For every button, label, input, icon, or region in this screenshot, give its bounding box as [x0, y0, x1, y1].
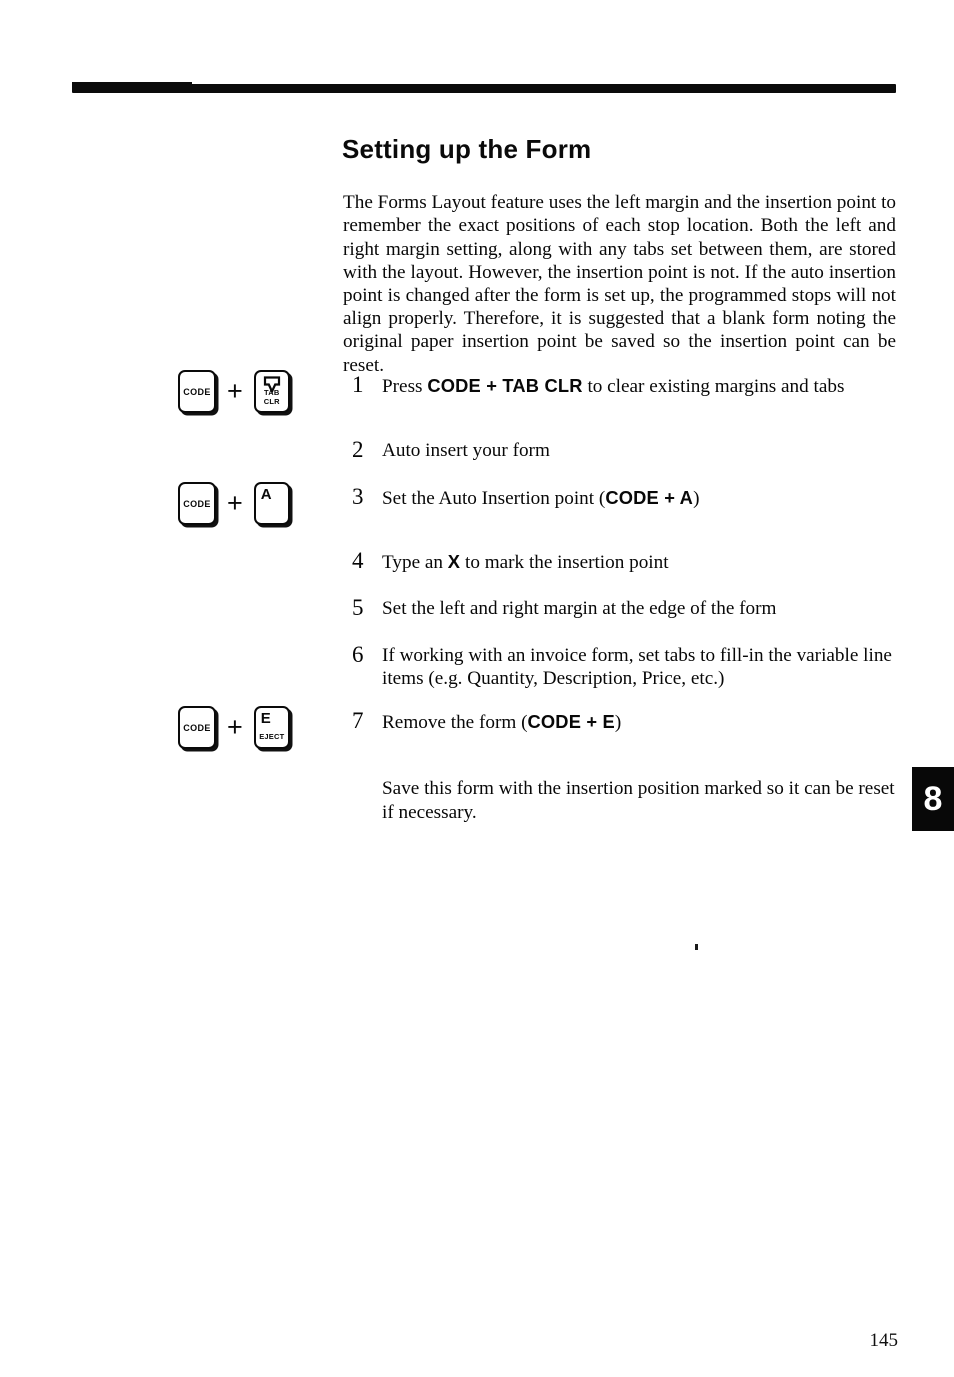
step-text-after: to clear existing margins and tabs	[582, 376, 845, 397]
step-text: Set the left and right margin at the edg…	[382, 595, 900, 620]
intro-paragraph: The Forms Layout feature uses the left m…	[343, 192, 896, 376]
key-code-label: CODE	[183, 498, 211, 509]
step-text-after: )	[693, 488, 700, 509]
key-combo-code-tabclr: CODE + TAB CLR	[178, 370, 290, 413]
step-key-combo: CODE + A	[605, 487, 694, 508]
key-plus-separator: +	[227, 488, 243, 518]
step-key-combo: CODE + TAB CLR	[427, 375, 583, 396]
key-code: CODE	[178, 370, 216, 413]
closing-note: Save this form with the insertion positi…	[382, 778, 895, 823]
step-item: 2 Auto insert your form	[352, 437, 900, 462]
step-number: 3	[352, 484, 364, 509]
step-number: 6	[352, 642, 364, 667]
key-code: CODE	[178, 482, 216, 525]
key-tab-clr-label: TAB CLR	[263, 388, 280, 406]
key-e-label: E	[260, 710, 271, 727]
step-text: Auto insert your form	[382, 437, 900, 462]
step-number: 7	[352, 708, 364, 733]
step-number: 5	[352, 595, 364, 620]
step-key-combo: X	[447, 551, 461, 572]
step-item: 1 Press CODE + TAB CLR to clear existing…	[352, 372, 900, 398]
page-number: 145	[869, 1330, 899, 1351]
key-combo-code-e: CODE + E EJECT	[178, 706, 290, 749]
step-key-combo: CODE + E	[527, 711, 615, 732]
page-title: Setting up the Form	[342, 134, 592, 165]
step-text-before: Set the Auto Insertion point (	[382, 488, 606, 509]
key-e-eject: E EJECT	[253, 706, 290, 749]
step-text: Type an X to mark the insertion point	[382, 548, 900, 574]
step-number: 2	[352, 437, 364, 462]
step-text-before: If working with an invoice form, set tab…	[382, 645, 892, 690]
step-text-before: Remove the form (	[382, 712, 528, 733]
key-eject-sublabel: EJECT	[259, 732, 285, 741]
key-code-label: CODE	[183, 722, 211, 733]
key-tab-clr: TAB CLR	[253, 370, 290, 413]
step-item: 3 Set the Auto Insertion point (CODE + A…	[352, 484, 900, 510]
chapter-tab: 8	[912, 767, 954, 831]
step-text-before: Type an	[382, 552, 448, 573]
scan-artifact	[695, 944, 698, 950]
key-plus-separator: +	[227, 376, 243, 406]
step-number: 4	[352, 548, 364, 573]
step-number: 1	[352, 372, 364, 397]
step-item: 4 Type an X to mark the insertion point	[352, 548, 900, 574]
step-text-after: to mark the insertion point	[460, 552, 669, 573]
key-a: A	[253, 482, 290, 525]
step-text: Set the Auto Insertion point (CODE + A)	[382, 484, 900, 510]
step-text: Press CODE + TAB CLR to clear existing m…	[382, 372, 900, 398]
step-text: Remove the form (CODE + E)	[382, 708, 900, 734]
step-text-before: Auto insert your form	[382, 440, 550, 461]
key-combo-code-a: CODE + A	[178, 482, 290, 525]
step-text-after: )	[614, 712, 622, 733]
key-a-label: A	[260, 486, 272, 503]
step-text-before: Set the left and right margin at the edg…	[382, 598, 777, 619]
key-code: CODE	[178, 706, 216, 749]
step-text: If working with an invoice form, set tab…	[382, 642, 900, 691]
step-item: 7 Remove the form (CODE + E)	[352, 708, 900, 734]
key-code-label: CODE	[183, 386, 211, 397]
step-item: 5 Set the left and right margin at the e…	[352, 595, 900, 620]
step-text-before: Press	[382, 376, 428, 397]
key-plus-separator: +	[227, 712, 243, 742]
chapter-tab-number: 8	[923, 780, 943, 818]
step-item: 6 If working with an invoice form, set t…	[352, 642, 900, 691]
manual-page: Setting up the Form The Forms Layout fea…	[0, 0, 954, 1377]
header-rule	[72, 82, 896, 93]
